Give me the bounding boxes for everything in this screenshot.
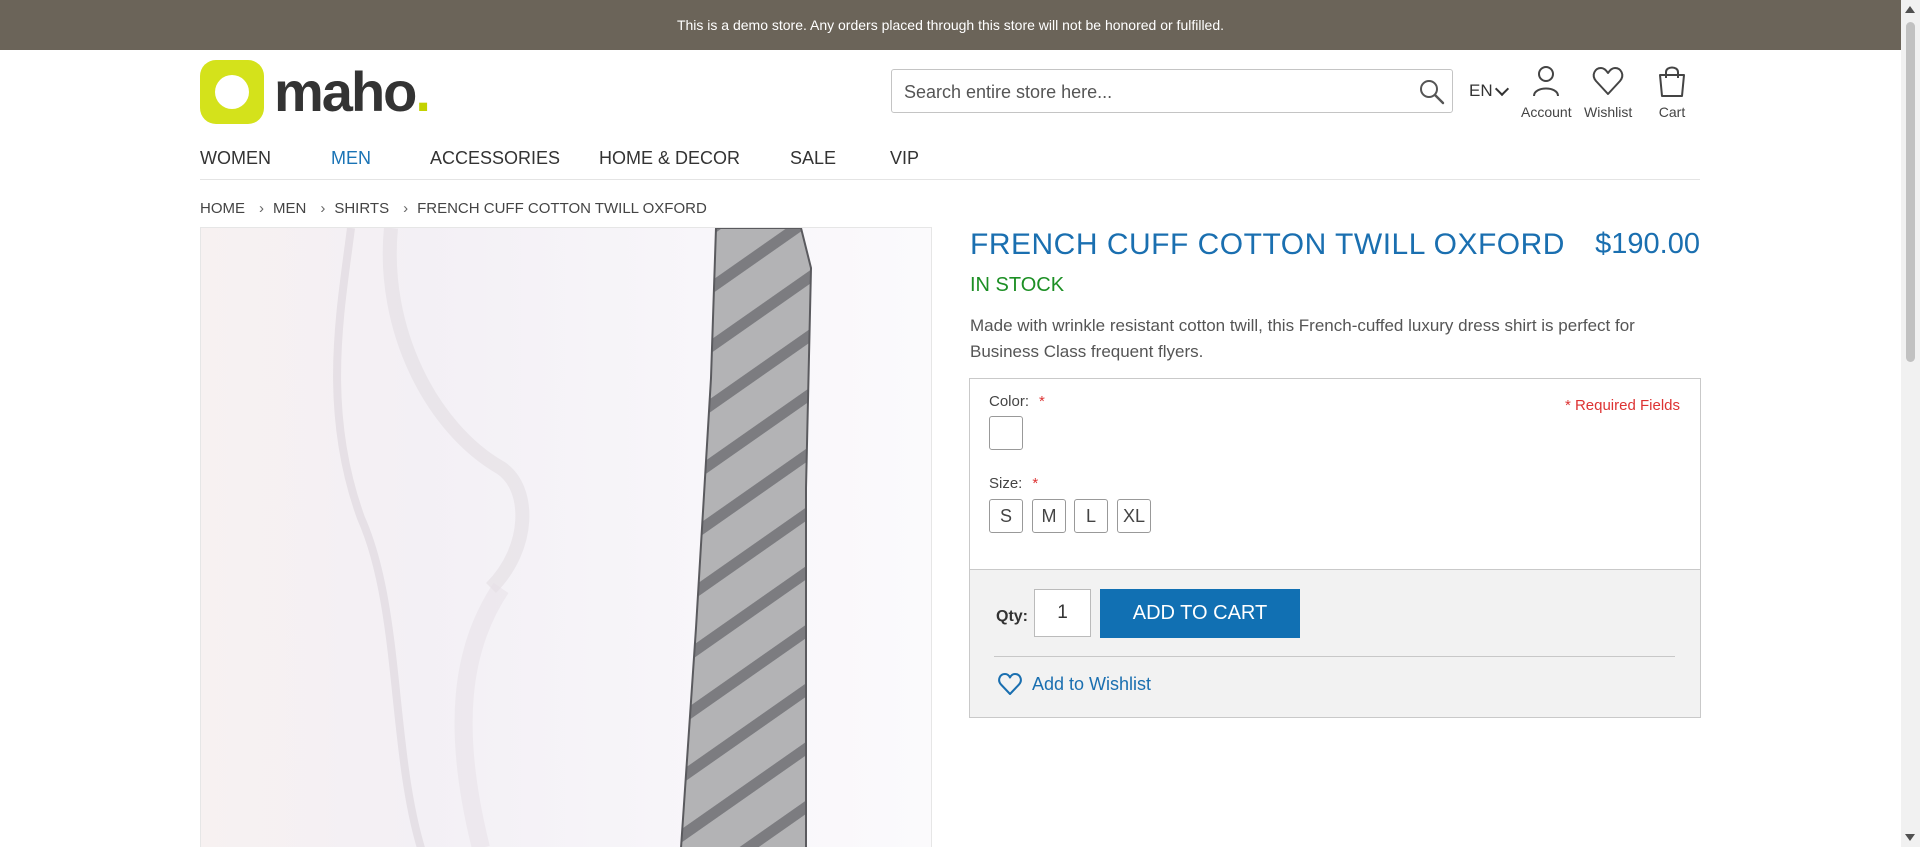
breadcrumb-shirts[interactable]: SHIRTS — [334, 200, 389, 217]
product-title: FRENCH CUFF COTTON TWILL OXFORD — [970, 228, 1565, 261]
user-icon — [1533, 66, 1560, 97]
color-label: Color: — [989, 393, 1030, 410]
breadcrumb-separator: › — [320, 200, 326, 217]
breadcrumb-home[interactable]: HOME — [200, 200, 245, 217]
scroll-down-arrow-icon[interactable] — [1905, 834, 1915, 841]
size-option-l[interactable]: L — [1074, 499, 1108, 533]
scroll-up-arrow-icon[interactable] — [1905, 6, 1915, 13]
required-star: * — [1032, 475, 1039, 492]
account-label: Account — [1521, 104, 1572, 120]
product-description: Made with wrinkle resistant cotton twill… — [970, 316, 1635, 361]
demo-notice-text: This is a demo store. Any orders placed … — [676, 17, 1225, 33]
logo-mark-icon — [200, 60, 264, 124]
logo-dot: . — [415, 60, 431, 123]
size-label-row: Size: * — [989, 475, 1038, 492]
nav-item-accessories[interactable]: ACCESSORIES — [430, 148, 560, 169]
nav-item-sale[interactable]: SALE — [790, 148, 836, 169]
search-icon[interactable] — [1418, 78, 1446, 106]
wishlist-header-label: Wishlist — [1584, 104, 1633, 120]
stock-status: IN STOCK — [970, 274, 1065, 296]
page-scrollbar[interactable] — [1901, 0, 1920, 847]
wishlist-header-link[interactable]: Wishlist — [1584, 64, 1632, 120]
product-options: Color: * * Required Fields Size: * S M L X… — [969, 378, 1701, 569]
breadcrumb-separator: › — [403, 200, 409, 217]
nav-item-vip[interactable]: VIP — [890, 148, 919, 169]
color-label-row: Color: * — [989, 393, 1045, 410]
product-price: $190.00 — [1595, 228, 1700, 260]
size-label: Size: — [989, 475, 1023, 492]
search-box — [891, 69, 1453, 114]
main-navigation: WOMEN MEN ACCESSORIES HOME & DECOR SALE … — [200, 148, 1700, 180]
color-swatch-white[interactable] — [989, 416, 1023, 450]
breadcrumb: HOME › MEN › SHIRTS › FRENCH CUFF COTTON… — [200, 200, 707, 217]
chevron-down-icon — [1494, 81, 1509, 97]
add-to-wishlist-label: Add to Wishlist — [1032, 673, 1152, 694]
divider — [994, 656, 1675, 657]
logo-text: maho — [274, 60, 417, 123]
breadcrumb-current: FRENCH CUFF COTTON TWILL OXFORD — [417, 200, 707, 217]
nav-item-men[interactable]: MEN — [331, 148, 371, 169]
add-to-wishlist-link[interactable]: Add to Wishlist — [997, 671, 1151, 697]
add-to-cart-box: Qty: ADD TO CART Add to Wishlist — [969, 569, 1701, 718]
shirt-tie-photo — [201, 228, 931, 847]
account-link[interactable]: Account — [1521, 64, 1572, 120]
language-label: EN — [1469, 81, 1493, 100]
add-to-cart-button[interactable]: ADD TO CART — [1100, 589, 1300, 638]
size-option-xl[interactable]: XL — [1117, 499, 1151, 533]
size-option-s[interactable]: S — [989, 499, 1023, 533]
required-star: * — [1039, 393, 1045, 410]
qty-input[interactable] — [1034, 589, 1091, 637]
heart-icon — [1592, 67, 1624, 95]
nav-item-home-decor[interactable]: HOME & DECOR — [599, 148, 740, 169]
cart-link[interactable]: Cart — [1655, 64, 1689, 120]
required-fields-note: * Required Fields — [1564, 397, 1680, 414]
size-option-m[interactable]: M — [1032, 499, 1066, 533]
language-switcher[interactable]: EN — [1469, 81, 1509, 101]
search-input[interactable] — [902, 70, 1406, 114]
product-image[interactable] — [200, 227, 932, 847]
qty-label: Qty: — [996, 608, 1028, 625]
cart-label: Cart — [1658, 104, 1686, 120]
store-logo[interactable]: maho. — [200, 60, 431, 124]
shopping-bag-icon — [1659, 66, 1685, 97]
demo-notice-bar: This is a demo store. Any orders placed … — [0, 0, 1901, 50]
breadcrumb-separator: › — [259, 200, 264, 217]
heart-icon — [998, 673, 1022, 695]
nav-item-women[interactable]: WOMEN — [200, 148, 271, 169]
breadcrumb-men[interactable]: MEN — [273, 200, 306, 217]
scroll-thumb[interactable] — [1906, 22, 1915, 362]
